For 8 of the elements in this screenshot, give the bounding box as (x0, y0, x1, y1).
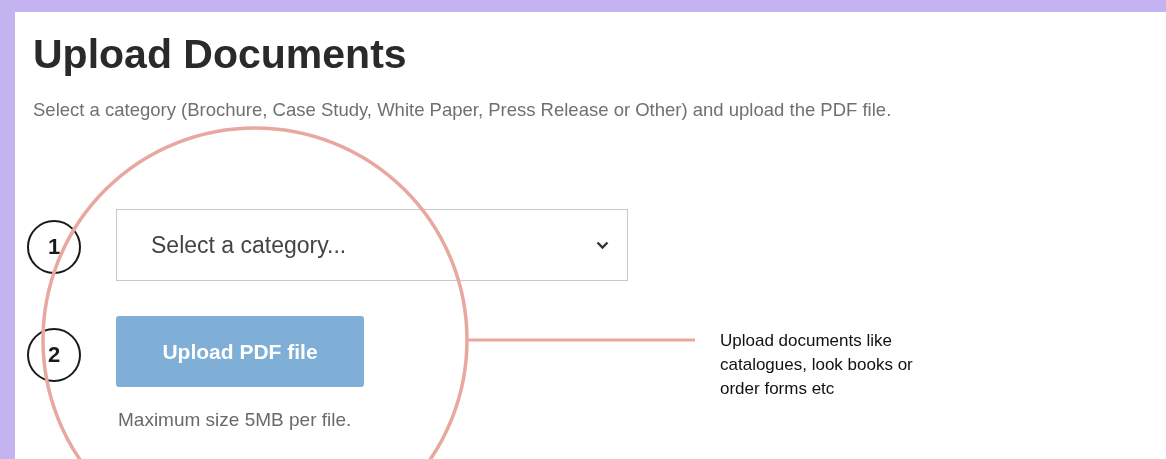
page-title: Upload Documents (32, 30, 408, 78)
size-note: Maximum size 5MB per file. (117, 409, 352, 431)
category-dropdown[interactable]: Select a category... (116, 209, 628, 281)
step-number: 1 (27, 220, 81, 274)
chevron-down-icon (596, 240, 609, 250)
callout-text: Upload documents like catalogues, look books or order forms etc (720, 330, 914, 400)
step-number: 2 (27, 328, 81, 382)
page-description: Select a category (Brochure, Case Study, White Paper, Press Release or Other) and upload the PDF file. (33, 99, 893, 121)
